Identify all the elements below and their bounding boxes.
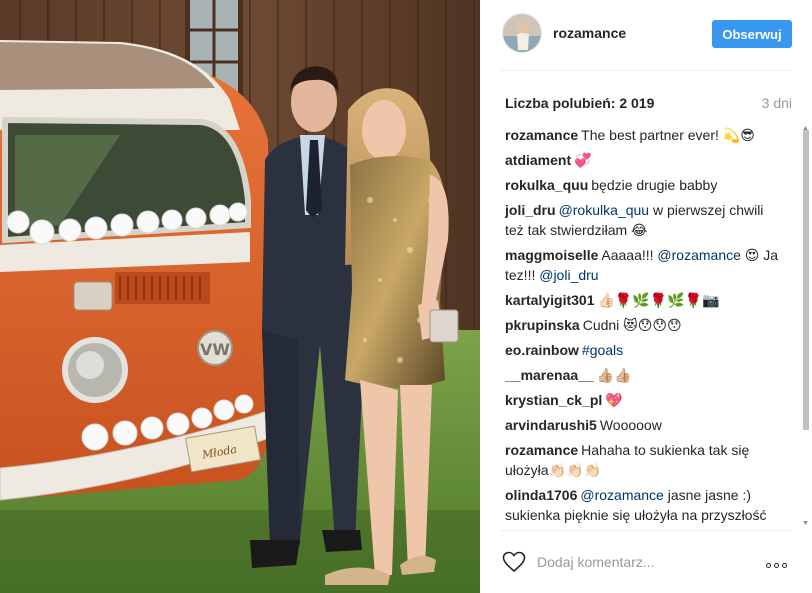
comment-mention[interactable]: @rokulka_quu [559,202,650,218]
comment-item: __marenaa__ 👍🏼👍🏼 [505,365,783,385]
comment-text: 💞 [574,152,592,168]
comment-username[interactable]: krystian_ck_pl [505,392,602,408]
more-dot [766,563,771,568]
scroll-down-arrow-icon[interactable]: ▼ [802,520,809,527]
comment-item: rokulka_quu będzie drugie babby [505,175,783,195]
comments-container: rozamance The best partner ever! 💫😎 atdiam… [505,125,783,527]
comment-item: atdiament 💞 [505,150,783,170]
comment-footer [480,531,812,593]
comment-username[interactable]: kartalyigit301 [505,292,595,308]
comment-mention[interactable]: @joli_dru [539,267,598,283]
comment-username[interactable]: atdiament [505,152,571,168]
comment-username[interactable]: maggmoiselle [505,247,598,263]
post-photo[interactable]: VW Młoda [0,0,480,593]
likes-count: 2 019 [619,95,655,111]
post-header: rozamance Obserwuj [480,0,812,70]
comments-list[interactable]: rozamance The best partner ever! 💫😎 atdiam… [480,125,812,527]
comment-username[interactable]: rozamance [505,442,578,458]
comment-item: maggmoiselle Aaaaa!!! @rozamance 😍 Ja tez… [505,245,783,285]
comment-text: The best partner ever! 💫😎 [581,127,755,143]
likes-summary[interactable]: Liczba polubień: 2 019 [505,95,654,111]
follow-button[interactable]: Obserwuj [712,20,792,48]
comment-hashtag[interactable]: #goals [582,342,623,358]
comment-item: krystian_ck_pl 💖 [505,390,783,410]
comment-mention[interactable]: @rozamance [580,487,663,503]
avatar[interactable] [502,13,542,53]
comment-item: kartalyigit301 👍🏻🌹🌿🌹🌿🌹📷 [505,290,783,310]
comment-username[interactable]: rozamance [505,127,578,143]
likes-row: Liczba polubień: 2 019 3 dni [505,95,792,113]
comment-text: 💖 [605,392,623,408]
scroll-thumb[interactable] [803,130,809,430]
header-divider [500,70,792,71]
avatar-image [503,14,541,52]
comment-username[interactable]: olinda1706 [505,487,577,503]
post-details-panel: rozamance Obserwuj Liczba polubień: 2 01… [480,0,812,593]
comment-item: rozamance The best partner ever! 💫😎 [505,125,783,145]
more-dot [782,563,787,568]
comment-text: będzie drugie babby [591,177,718,193]
comment-username[interactable]: eo.rainbow [505,342,579,358]
comment-item: rozamance Hahaha to sukienka tak się ułoż… [505,440,783,480]
author-username[interactable]: rozamance [553,25,626,41]
add-comment-input[interactable] [537,551,737,573]
comment-username[interactable]: rokulka_quu [505,177,588,193]
comment-username[interactable]: arvindarushi5 [505,417,597,433]
comment-item: eo.rainbow #goals [505,340,783,360]
comment-text: Wooooow [599,417,662,433]
comment-item: joli_dru @rokulka_quu w pierwszej chwili … [505,200,783,240]
comment-item: olinda1706 @rozamance jasne jasne :) suki… [505,485,783,527]
comment-mention[interactable]: @rozamance [657,247,740,263]
comments-scrollbar[interactable]: ▲ ▼ [800,125,812,527]
comment-text: 👍🏻🌹🌿🌹🌿🌹📷 [597,292,720,308]
more-dot [774,563,779,568]
comment-text: 👍🏼👍🏼 [596,367,632,383]
comment-item: arvindarushi5 Wooooow [505,415,783,435]
more-options-icon[interactable] [766,555,792,568]
heart-outline-icon[interactable] [502,551,526,573]
comment-username[interactable]: pkrupinska [505,317,580,333]
comment-text: Aaaaa!!! [601,247,658,263]
comment-username[interactable]: __marenaa__ [505,367,594,383]
comment-text: Cudni 😻😯😯😯 [582,317,682,333]
comment-item: pkrupinska Cudni 😻😯😯😯 [505,315,783,335]
svg-text:VW: VW [200,340,230,359]
comment-username[interactable]: joli_dru [505,202,556,218]
likes-label: Liczba polubień: [505,95,616,111]
post-photo-illustration: VW Młoda [0,0,480,593]
post-time[interactable]: 3 dni [762,95,792,111]
